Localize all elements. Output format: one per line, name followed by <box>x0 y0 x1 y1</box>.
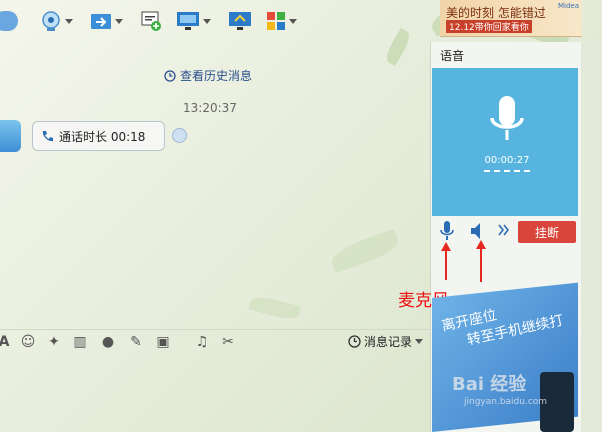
clock-icon <box>348 335 361 348</box>
call-duration-text: 通话时长 00:18 <box>59 129 146 144</box>
folder-arrow-icon <box>91 14 111 29</box>
font-icon <box>0 11 18 31</box>
apps-button[interactable] <box>266 8 297 34</box>
mic-arrow <box>445 250 447 280</box>
apps-grid-icon <box>267 12 285 30</box>
volume-arrow <box>480 248 482 282</box>
chevron-down-icon[interactable] <box>203 18 211 24</box>
emoji-icon[interactable]: ☺ <box>20 334 36 350</box>
edit-icon[interactable]: ✎ <box>128 334 144 350</box>
view-history-label: 查看历史消息 <box>180 69 253 83</box>
baidu-watermark-url: jingyan.baidu.com <box>464 397 548 407</box>
webcam-icon <box>42 11 60 31</box>
font-button[interactable] <box>0 8 18 34</box>
hangup-button[interactable]: 挂断 <box>518 221 576 243</box>
call-duration-bubble: 通话时长 00:18 <box>32 121 165 151</box>
share-screen-button[interactable] <box>228 8 252 34</box>
scissors-icon[interactable]: ✂ <box>220 334 236 350</box>
message-record-button[interactable]: 消息记录 <box>348 333 424 350</box>
ad-brand-logo: Midea <box>558 2 580 10</box>
double-chevron-right-icon[interactable] <box>498 224 510 236</box>
music-icon[interactable]: ♫ <box>194 334 210 350</box>
chat-toolbar <box>0 0 430 42</box>
new-message-button[interactable] <box>140 8 162 34</box>
chat-add-icon <box>141 11 161 31</box>
leaf-decoration <box>328 228 402 274</box>
chevron-down-icon[interactable] <box>65 18 73 24</box>
call-timer: 00:00:27 <box>484 155 530 166</box>
shake-icon[interactable]: ▥ <box>72 334 88 350</box>
leaf-decoration <box>248 293 302 323</box>
baidu-watermark: Bai 经验 <box>452 374 527 395</box>
ad-subline: 12.12带你回家看你 <box>446 20 532 33</box>
avatar[interactable] <box>0 120 21 152</box>
read-check-icon <box>172 128 187 143</box>
video-call-button[interactable] <box>40 8 73 34</box>
message-record-label: 消息记录 <box>364 335 413 349</box>
microphone-icon[interactable] <box>440 221 454 241</box>
ad-banner[interactable]: 美的时刻 怎能错过 12.12带你回家看你 Midea <box>440 0 582 37</box>
magic-icon[interactable]: ✦ <box>46 334 62 350</box>
voice-level-indicator <box>484 170 530 175</box>
font-icon[interactable]: A <box>0 334 12 350</box>
chevron-down-icon[interactable] <box>115 18 123 24</box>
message-timestamp: 13:20:37 <box>183 101 237 115</box>
clock-icon <box>164 69 176 82</box>
image-icon[interactable]: ▣ <box>155 334 171 350</box>
speaker-icon[interactable] <box>470 222 486 240</box>
ad-headline: 美的时刻 怎能错过 <box>446 6 546 20</box>
send-file-button[interactable] <box>90 8 123 34</box>
chevron-down-icon[interactable] <box>289 18 297 24</box>
view-history-link[interactable]: 查看历史消息 <box>164 67 252 84</box>
chevron-down-icon <box>415 339 424 344</box>
share-screen-icon <box>229 12 251 30</box>
microphone-icon[interactable]: ● <box>100 334 116 350</box>
voice-panel-title: 语音 <box>440 49 465 63</box>
phone-icon <box>42 130 53 141</box>
screen-icon <box>177 12 199 30</box>
microphone-icon <box>490 96 524 140</box>
remote-desktop-button[interactable] <box>176 8 211 34</box>
side-strip <box>580 42 602 432</box>
